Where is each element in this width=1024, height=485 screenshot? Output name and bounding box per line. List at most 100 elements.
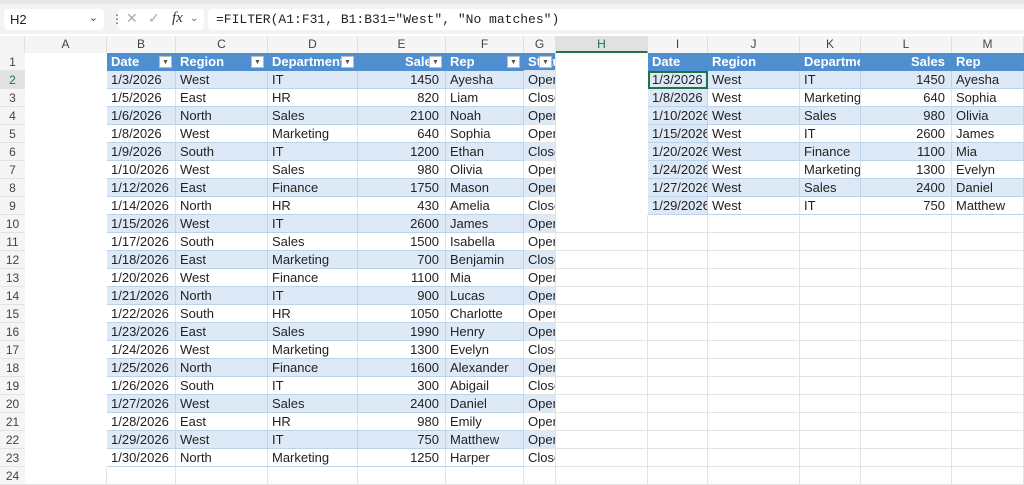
empty-cell[interactable] (556, 395, 648, 413)
row-header-7[interactable]: 7 (0, 161, 25, 179)
empty-cell[interactable] (952, 287, 1024, 305)
table-cell[interactable]: Olivia (446, 161, 524, 179)
table-cell[interactable]: West (176, 431, 268, 449)
empty-cell[interactable] (524, 377, 556, 395)
empty-cell[interactable] (524, 413, 556, 431)
empty-cell[interactable] (952, 251, 1024, 269)
table-cell[interactable]: 900 (358, 287, 446, 305)
table-cell[interactable]: East (176, 413, 268, 431)
table-cell[interactable]: 1100 (861, 143, 952, 161)
empty-cell[interactable] (708, 413, 800, 431)
row-header-18[interactable]: 18 (0, 359, 25, 377)
table-cell[interactable]: Mia (446, 269, 524, 287)
table-cell[interactable]: West (708, 161, 800, 179)
table-cell[interactable]: Henry (446, 323, 524, 341)
empty-cell[interactable] (861, 233, 952, 251)
table-cell[interactable]: West (708, 143, 800, 161)
empty-cell[interactable] (524, 251, 556, 269)
table-cell[interactable]: 640 (861, 89, 952, 107)
table-cell[interactable]: IT (268, 71, 358, 89)
empty-cell[interactable] (708, 215, 800, 233)
table-cell[interactable]: 2400 (861, 179, 952, 197)
column-header-F[interactable]: F (446, 36, 524, 53)
table-cell[interactable]: West (176, 161, 268, 179)
table-cell[interactable]: Lucas (446, 287, 524, 305)
table-cell[interactable]: 980 (358, 161, 446, 179)
table-cell[interactable]: West (708, 179, 800, 197)
table-cell[interactable]: West (176, 71, 268, 89)
table-header-sales[interactable]: Sales (861, 53, 952, 71)
empty-cell[interactable] (800, 269, 861, 287)
table-cell[interactable]: Benjamin (446, 251, 524, 269)
table-cell[interactable]: 700 (358, 251, 446, 269)
empty-cell[interactable] (861, 431, 952, 449)
table-cell[interactable]: 1450 (358, 71, 446, 89)
empty-cell[interactable] (800, 395, 861, 413)
empty-cell[interactable] (952, 305, 1024, 323)
empty-cell[interactable] (952, 341, 1024, 359)
empty-cell[interactable] (800, 377, 861, 395)
table-cell[interactable]: Sophia (952, 89, 1024, 107)
table-cell[interactable]: 1/10/2026 (648, 107, 708, 125)
empty-cell[interactable] (524, 269, 556, 287)
empty-cell[interactable] (107, 467, 176, 485)
table-cell[interactable]: Noah (446, 107, 524, 125)
empty-cell[interactable] (648, 215, 708, 233)
table-cell[interactable]: Matthew (446, 431, 524, 449)
table-cell[interactable]: South (176, 143, 268, 161)
empty-cell[interactable] (708, 323, 800, 341)
row-header-4[interactable]: 4 (0, 107, 25, 125)
empty-cell[interactable] (524, 143, 556, 161)
table-cell[interactable]: Marketing (800, 161, 861, 179)
row-header-11[interactable]: 11 (0, 233, 25, 251)
table-cell[interactable]: West (708, 107, 800, 125)
table-cell[interactable]: 1100 (358, 269, 446, 287)
table-cell[interactable]: Alexander (446, 359, 524, 377)
chevron-down-icon[interactable]: ⌄ (89, 11, 98, 24)
column-header-L[interactable]: L (861, 36, 952, 53)
empty-cell[interactable] (861, 269, 952, 287)
table-cell[interactable]: North (176, 197, 268, 215)
table-header-department[interactable]: Department ▼ (268, 53, 358, 71)
empty-cell[interactable] (800, 449, 861, 467)
table-cell[interactable]: 1/22/2026 (107, 305, 176, 323)
table-cell[interactable]: 1/28/2026 (107, 413, 176, 431)
table-cell[interactable]: James (446, 215, 524, 233)
row-header-16[interactable]: 16 (0, 323, 25, 341)
table-cell[interactable]: Finance (268, 179, 358, 197)
empty-cell[interactable] (648, 323, 708, 341)
empty-cell[interactable] (556, 449, 648, 467)
empty-cell[interactable] (800, 413, 861, 431)
empty-cell[interactable] (524, 449, 556, 467)
empty-cell[interactable] (556, 305, 648, 323)
filter-dropdown-icon[interactable]: ▼ (341, 56, 354, 68)
table-cell[interactable]: East (176, 179, 268, 197)
empty-cell[interactable] (556, 413, 648, 431)
chevron-down-icon[interactable]: ⌄ (190, 13, 198, 24)
column-header-H[interactable]: H (556, 36, 648, 53)
empty-cell[interactable] (861, 341, 952, 359)
empty-cell[interactable] (708, 269, 800, 287)
empty-cell[interactable] (524, 197, 556, 215)
row-header-22[interactable]: 22 (0, 431, 25, 449)
empty-cell[interactable] (861, 467, 952, 485)
empty-cell[interactable] (952, 413, 1024, 431)
filter-dropdown-icon[interactable]: ▼ (251, 56, 264, 68)
empty-cell[interactable] (952, 449, 1024, 467)
row-header-19[interactable]: 19 (0, 377, 25, 395)
table-cell[interactable]: West (176, 395, 268, 413)
column-header-C[interactable]: C (176, 36, 268, 53)
table-cell[interactable]: Emily (446, 413, 524, 431)
empty-cell[interactable] (708, 431, 800, 449)
table-cell[interactable]: 1600 (358, 359, 446, 377)
empty-cell[interactable] (524, 107, 556, 125)
table-cell[interactable]: 1/12/2026 (107, 179, 176, 197)
table-cell[interactable]: 1/20/2026 (648, 143, 708, 161)
table-cell[interactable]: 1050 (358, 305, 446, 323)
table-cell[interactable]: Ayesha (952, 71, 1024, 89)
empty-cell[interactable] (358, 467, 446, 485)
table-cell[interactable]: 2400 (358, 395, 446, 413)
table-cell[interactable]: Isabella (446, 233, 524, 251)
table-cell[interactable]: Daniel (446, 395, 524, 413)
table-cell[interactable]: 2100 (358, 107, 446, 125)
